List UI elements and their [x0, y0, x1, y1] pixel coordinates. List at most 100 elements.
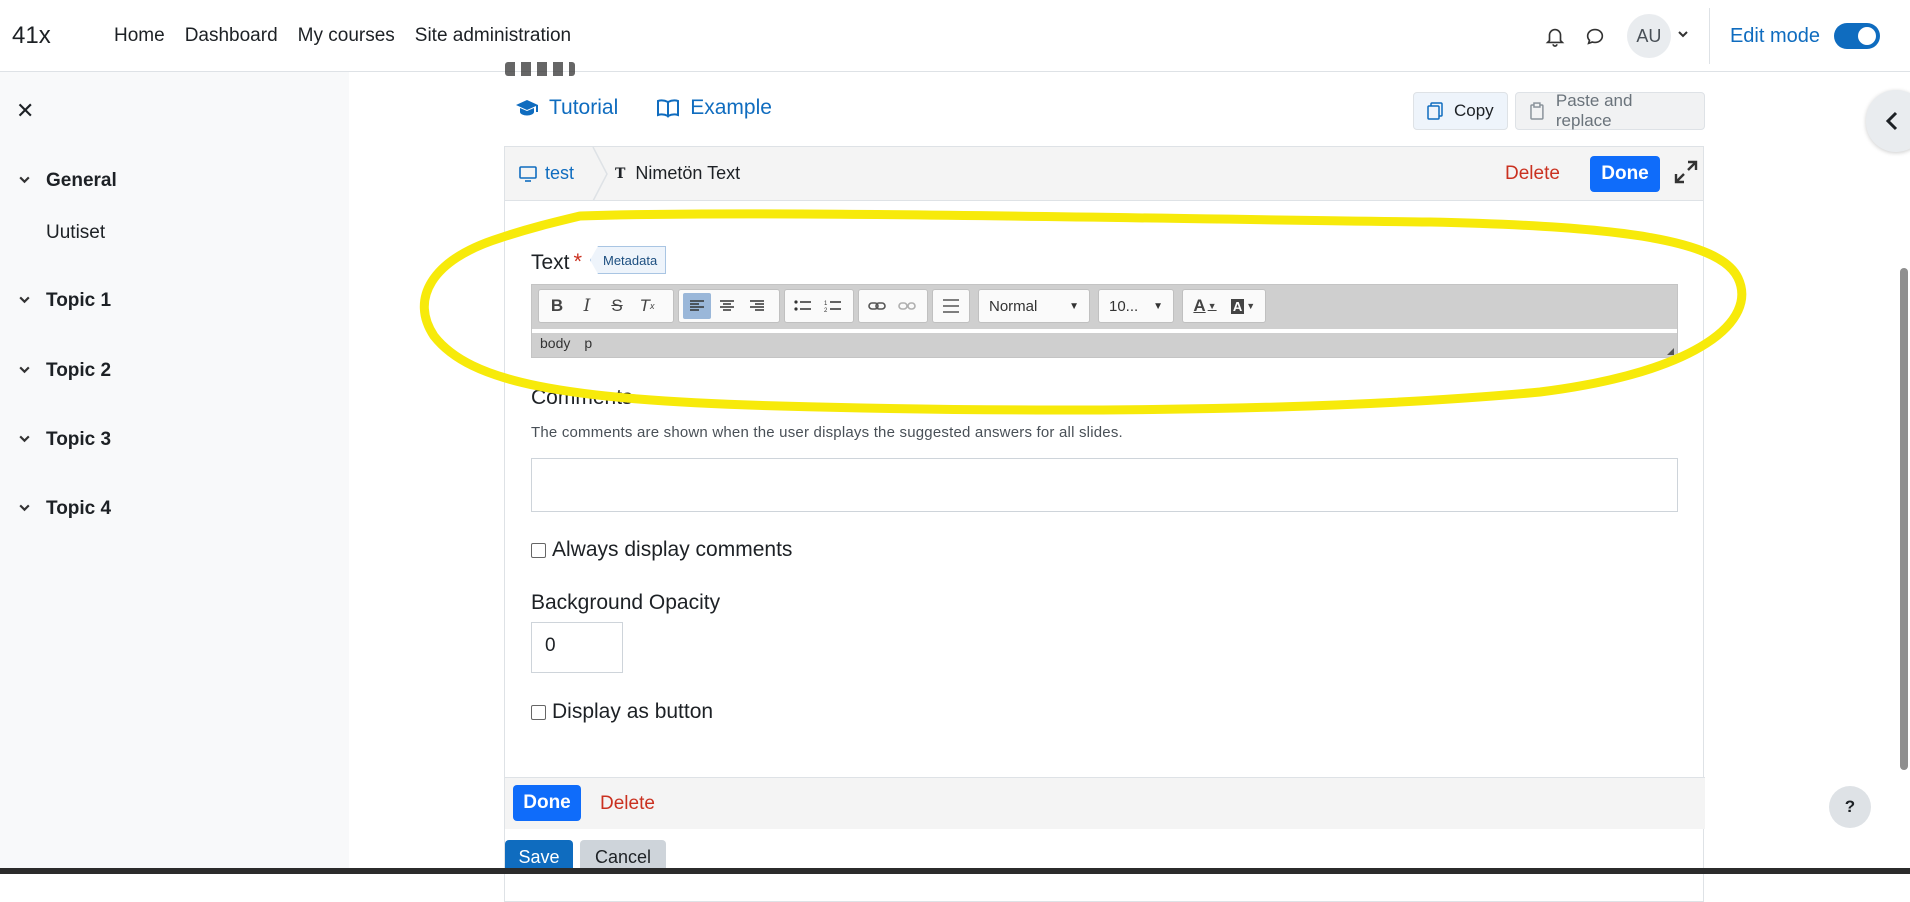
required-mark: * [573, 249, 583, 274]
section-topic-2[interactable]: Topic 2 [18, 360, 111, 382]
nav-my-courses[interactable]: My courses [288, 25, 405, 47]
tab-example[interactable]: Example [656, 96, 772, 120]
path-p[interactable]: p [584, 335, 592, 351]
opacity-label: Background Opacity [531, 591, 721, 614]
align-left-icon[interactable] [683, 293, 711, 319]
font-size-select[interactable]: 10... ▼ [1098, 289, 1174, 323]
avatar[interactable]: AU [1626, 14, 1671, 58]
bottom-edge-bar [0, 868, 1910, 874]
display-as-button-label: Display as button [552, 700, 714, 723]
breadcrumb-root[interactable]: test [519, 163, 574, 184]
copy-button[interactable]: Copy [1413, 92, 1508, 130]
format-select[interactable]: Normal ▼ [978, 289, 1090, 323]
align-right-icon[interactable] [743, 293, 771, 319]
unlink-icon[interactable] [893, 293, 921, 319]
path-body[interactable]: body [540, 335, 570, 351]
monitor-icon [519, 165, 537, 182]
delete-button-footer[interactable]: Delete [600, 793, 655, 815]
tab-tutorial[interactable]: Tutorial [515, 96, 618, 120]
bold-button[interactable]: B [543, 293, 571, 319]
rich-text-editor: B I S Tx 12 Normal ▼ 10... ▼ A ▼ A ▼ body … [531, 284, 1678, 358]
text-label: Text [531, 251, 570, 274]
expand-icon[interactable] [1673, 159, 1699, 190]
breadcrumb-current: T Nimetön Text [615, 163, 740, 184]
close-icon[interactable]: ✕ [16, 98, 34, 124]
remove-format-button[interactable]: Tx [633, 293, 661, 319]
site-brand[interactable]: 41x [12, 22, 92, 50]
section-label: Topic 2 [46, 360, 112, 381]
metadata-button[interactable]: Metadata [590, 246, 667, 274]
chevron-down-icon [18, 432, 46, 448]
comments-input[interactable] [531, 458, 1678, 512]
italic-button[interactable]: I [573, 293, 601, 319]
nav-site-administration[interactable]: Site administration [405, 25, 581, 47]
help-button[interactable]: ? [1829, 786, 1871, 828]
done-button[interactable]: Done [1590, 156, 1660, 192]
always-display-checkbox[interactable] [531, 542, 546, 558]
paste-and-replace-button[interactable]: Paste and replace [1515, 91, 1705, 130]
section-topic-4[interactable]: Topic 4 [18, 498, 111, 520]
section-label: Topic 3 [46, 429, 112, 450]
font-size-value: 10... [1109, 297, 1139, 315]
panel-footer [505, 777, 1705, 829]
help-tabs: Tutorial Example [515, 96, 772, 120]
format-value: Normal [989, 297, 1038, 315]
resize-handle[interactable] [1667, 348, 1674, 355]
toolbar-lists: 12 [784, 289, 854, 323]
toolbar-links [858, 289, 928, 323]
section-label: General [46, 170, 117, 191]
chevron-left-icon [1885, 111, 1898, 131]
drawer-item-uutiset[interactable]: Uutiset [46, 222, 105, 244]
divider [1708, 8, 1710, 64]
toolbar-hr [932, 289, 970, 323]
chevron-down-icon [18, 363, 46, 379]
tab-label: Example [690, 96, 772, 119]
horizontal-rule-icon[interactable] [937, 293, 965, 319]
display-as-button[interactable]: Display as button [531, 700, 713, 724]
bulleted-list-icon[interactable] [789, 293, 817, 319]
toolbar-colors: A ▼ A ▼ [1182, 289, 1266, 323]
section-general[interactable]: General [18, 170, 117, 192]
breadcrumb-current-label: Nimetön Text [635, 163, 741, 183]
always-display-comments[interactable]: Always display comments [531, 538, 792, 562]
align-center-icon[interactable] [713, 293, 741, 319]
nav-right: AU Edit mode [1535, 0, 1910, 72]
chevron-down-icon [18, 501, 46, 517]
panel-header: test T Nimetön Text Delete Done [505, 147, 1703, 201]
strikethrough-button[interactable]: S [603, 293, 631, 319]
page-title-partial [505, 62, 575, 76]
bell-icon[interactable] [1535, 16, 1575, 56]
chevron-down-icon [18, 173, 46, 189]
breadcrumb-separator [592, 147, 608, 201]
caret-down-icon: ▼ [1153, 300, 1163, 312]
always-display-label: Always display comments [552, 538, 793, 561]
numbered-list-icon[interactable]: 12 [819, 293, 847, 319]
editor-content-area[interactable] [532, 329, 1677, 333]
graduation-cap-icon [516, 100, 538, 116]
edit-mode-toggle[interactable] [1834, 23, 1880, 49]
primary-nav: Home Dashboard My courses Site administr… [104, 25, 581, 47]
chevron-down-icon[interactable] [1677, 27, 1689, 45]
background-color-icon[interactable]: A ▼ [1225, 293, 1261, 319]
section-topic-3[interactable]: Topic 3 [18, 429, 111, 451]
breadcrumb-root-label: test [545, 163, 575, 183]
caret-down-icon: ▼ [1069, 300, 1079, 312]
text-color-icon[interactable]: A ▼ [1187, 293, 1223, 319]
paste-label: Paste and replace [1555, 91, 1633, 130]
toolbar-basic-styles: B I S Tx [538, 289, 674, 323]
opacity-input[interactable]: 0 [531, 622, 623, 673]
nav-dashboard[interactable]: Dashboard [175, 25, 288, 47]
copy-label: Copy [1454, 101, 1494, 120]
scrollbar[interactable] [1900, 268, 1908, 770]
done-button-footer[interactable]: Done [513, 785, 581, 821]
delete-button[interactable]: Delete [1505, 163, 1560, 185]
top-navbar: 41x Home Dashboard My courses Site admin… [0, 0, 1910, 72]
nav-home[interactable]: Home [104, 25, 175, 47]
link-icon[interactable] [863, 293, 891, 319]
svg-text:1: 1 [824, 301, 828, 307]
chat-icon[interactable] [1575, 16, 1615, 56]
section-topic-1[interactable]: Topic 1 [18, 290, 111, 312]
book-icon [657, 99, 680, 118]
display-as-button-checkbox[interactable] [531, 704, 546, 720]
copy-icon [1427, 102, 1443, 120]
